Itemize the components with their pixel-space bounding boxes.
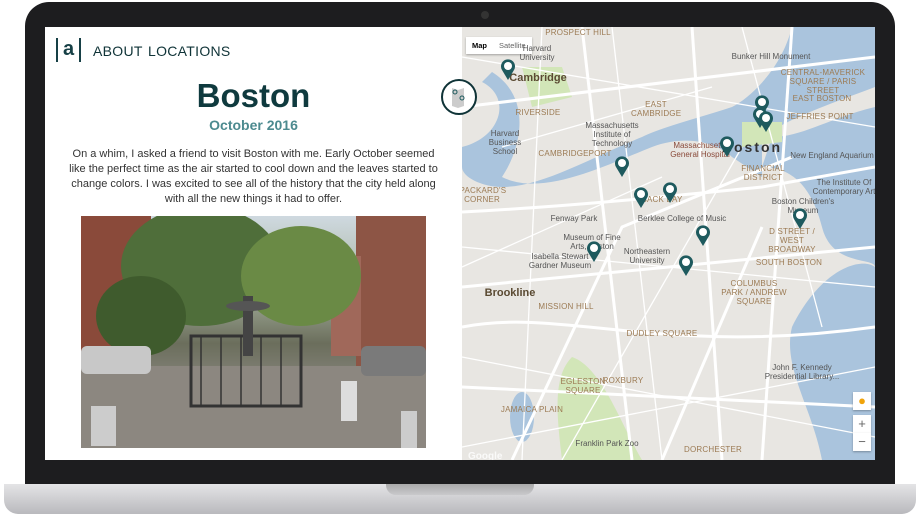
map-label: MISSION HILL: [538, 302, 594, 311]
content-pane: a ABOUT LOCATIONS Boston October 2016 On…: [45, 27, 462, 460]
map-label: COLUMBUS PARK / ANDREW SQUARE: [721, 279, 787, 306]
map-label: The Institute Of Contemporary Art: [812, 178, 875, 196]
street-view-pegman-icon[interactable]: ●: [853, 392, 871, 410]
map-marker-icon[interactable]: [586, 240, 602, 262]
map-label: Massachusetts Institute of Technology: [585, 121, 639, 148]
map-marker-icon[interactable]: [792, 207, 808, 229]
map-label: Berklee College of Music: [637, 214, 727, 223]
map-label: RIVERSIDE: [515, 108, 561, 117]
camera: [481, 11, 489, 19]
map-label: Brookline: [484, 287, 536, 299]
nav-about[interactable]: ABOUT: [93, 43, 143, 59]
logo[interactable]: a: [56, 38, 81, 62]
map-label: EAST BOSTON: [792, 94, 852, 103]
zoom-in-button[interactable]: +: [853, 415, 871, 433]
map-label: FINANCIAL DISTRICT: [741, 164, 785, 182]
map-label: ROXBURY: [602, 376, 644, 385]
nav-locations[interactable]: LOCATIONS: [148, 43, 231, 59]
screen: a ABOUT LOCATIONS Boston October 2016 On…: [45, 27, 875, 460]
post-date: October 2016: [209, 117, 298, 133]
map-label: EAST CAMBRIDGE: [631, 100, 682, 118]
map-marker-icon[interactable]: [758, 110, 774, 132]
map-label: CAMBRIDGEPORT: [538, 149, 612, 158]
google-watermark: Google: [468, 451, 503, 460]
post-body: On a whim, I asked a friend to visit Bos…: [69, 148, 438, 205]
map[interactable]: Map Satellite PROSPECT HILL Harvard Unive…: [462, 27, 875, 460]
map-label: JAMAICA PLAIN: [500, 405, 564, 414]
map-label: CENTRAL-MAVERICK SQUARE / PARIS STREET: [780, 68, 866, 95]
map-label: Northeastern University: [623, 247, 671, 265]
map-label: EGLESTON SQUARE: [560, 377, 606, 395]
map-label: Fenway Park: [550, 214, 598, 223]
map-label: Harvard University: [519, 44, 555, 62]
map-label: DORCHESTER: [683, 445, 743, 454]
map-label: Cambridge: [509, 72, 567, 84]
map-marker-icon[interactable]: [719, 135, 735, 157]
map-marker-icon[interactable]: [633, 186, 649, 208]
map-label: John F. Kennedy Presidential Library...: [764, 363, 840, 381]
map-icon: [452, 88, 465, 108]
map-marker-icon[interactable]: [500, 58, 516, 80]
map-marker-icon[interactable]: [614, 155, 630, 177]
map-label: Franklin Park Zoo: [575, 439, 639, 448]
map-toggle-button[interactable]: [441, 79, 477, 115]
map-label: D STREET / WEST BROADWAY: [768, 227, 816, 254]
map-label: Isabella Stewart Gardner Museum: [528, 252, 592, 270]
map-label: PACKARD'S CORNER: [462, 186, 507, 204]
page-title: Boston: [196, 77, 311, 114]
fountain-photo: [81, 216, 426, 448]
map-label: PROSPECT HILL: [545, 28, 611, 37]
map-marker-icon[interactable]: [662, 181, 678, 203]
map-label: Harvard Business School: [488, 129, 522, 156]
laptop-notch: [386, 484, 534, 495]
zoom-out-button[interactable]: −: [853, 433, 871, 451]
map-type-map[interactable]: Map: [466, 37, 493, 54]
map-label: JEFFRIES POINT: [786, 112, 854, 121]
map-label: Bunker Hill Monument: [731, 52, 811, 61]
map-label: New England Aquarium: [790, 151, 874, 160]
map-label: SOUTH BOSTON: [755, 258, 823, 267]
map-marker-icon[interactable]: [695, 224, 711, 246]
map-marker-icon[interactable]: [678, 254, 694, 276]
map-label: DUDLEY SQUARE: [626, 329, 698, 338]
